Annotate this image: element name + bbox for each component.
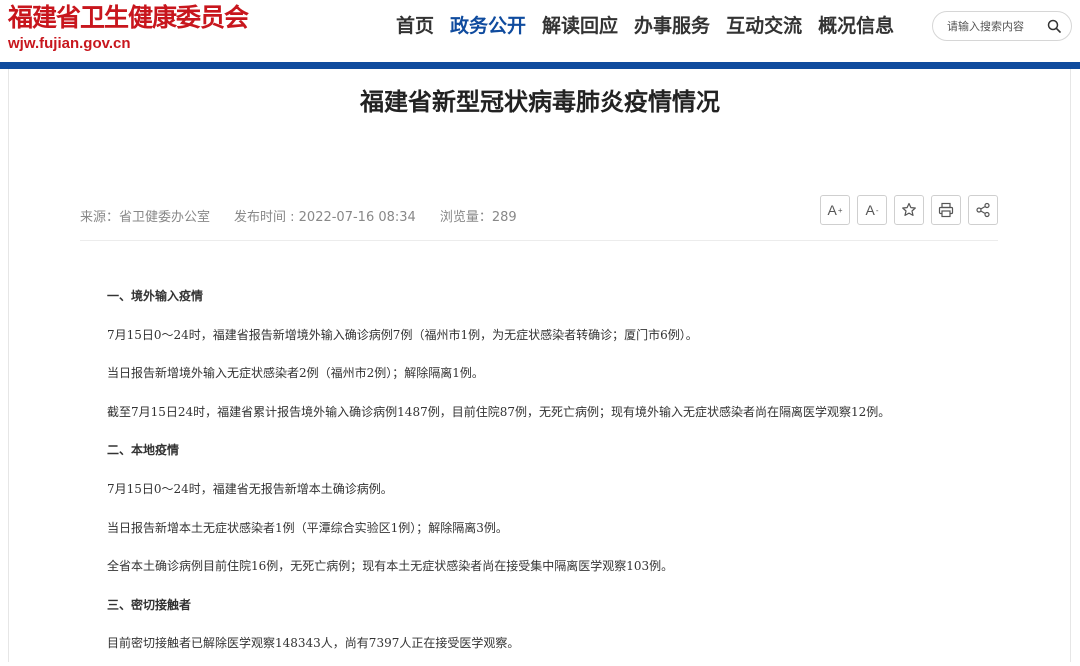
paragraph: 全省本土确诊病例目前住院16例，无死亡病例；现有本土无症状感染者尚在接受集中隔离… — [107, 559, 674, 574]
site-logo[interactable]: 福建省卫生健康委员会 wjw.fujian.gov.cn — [8, 3, 249, 52]
nav-item-home[interactable]: 首页 — [388, 12, 442, 40]
article-title: 福建省新型冠状病毒肺炎疫情情况 — [360, 88, 720, 116]
favorite-button[interactable] — [894, 195, 924, 225]
font-increase-label: A — [827, 202, 837, 218]
article-meta: 来源：省卫健委办公室 发布时间 : 2022-07-16 08:34 浏览量：2… — [80, 208, 541, 228]
font-increase-button[interactable]: A + — [820, 195, 850, 225]
section-heading: 一、境外输入疫情 — [107, 289, 204, 303]
article-source: 来源：省卫健委办公室 — [80, 210, 211, 225]
section-heading: 三、密切接触者 — [107, 597, 192, 612]
meta-divider — [80, 240, 998, 241]
paragraph: 7月15日0～24时，福建省无报告新增本土确诊病例。 — [107, 481, 393, 496]
paragraph: 7月15日0～24时，福建省报告新增境外输入确诊病例7例（福州市1例，为无症状感… — [107, 327, 698, 342]
print-icon — [938, 202, 954, 218]
search-input[interactable] — [947, 17, 1043, 35]
site-url: wjw.fujian.gov.cn — [8, 35, 131, 52]
nav-item-government-affairs[interactable]: 政务公开 — [442, 12, 534, 40]
share-button[interactable] — [968, 195, 998, 225]
share-icon — [976, 202, 990, 218]
font-decrease-label: A — [865, 202, 875, 218]
site-header: 福建省卫生健康委员会 wjw.fujian.gov.cn 首页 政务公开 解读回… — [0, 0, 1080, 62]
search-icon[interactable] — [1047, 19, 1061, 33]
nav-item-services[interactable]: 办事服务 — [626, 12, 718, 40]
section-heading: 二、本地疫情 — [107, 443, 180, 458]
star-icon — [902, 202, 916, 216]
article-publish-time: 发布时间 : 2022-07-16 08:34 — [234, 210, 416, 225]
nav-item-interaction[interactable]: 互动交流 — [718, 12, 810, 40]
font-decrease-button[interactable]: A- — [857, 195, 887, 225]
article-body: 一、境外输入疫情 7月15日0～24时，福建省报告新增境外输入确诊病例7例（福州… — [107, 280, 987, 666]
header-accent-bar — [0, 62, 1080, 69]
print-button[interactable] — [931, 195, 961, 225]
site-title: 福建省卫生健康委员会 — [8, 3, 249, 32]
paragraph: 当日报告新增境外输入无症状感染者2例（福州市2例）；解除隔离1例。 — [107, 366, 484, 381]
font-decrease-sup: - — [875, 205, 879, 215]
article-view-count: 浏览量：289 — [439, 210, 517, 225]
main-nav: 首页 政务公开 解读回应 办事服务 互动交流 概况信息 — [388, 12, 902, 40]
paragraph: 截至7月15日24时，福建省累计报告境外输入确诊病例1487例，目前住院87例，… — [107, 404, 891, 419]
font-increase-sup: + — [837, 205, 843, 215]
nav-item-interpretation[interactable]: 解读回应 — [534, 12, 626, 40]
search-box — [932, 11, 1072, 41]
article-tools: A + A- — [820, 195, 1005, 225]
paragraph: 当日报告新增本土无症状感染者1例（平潭综合实验区1例）；解除隔离3例。 — [107, 520, 508, 535]
nav-item-overview[interactable]: 概况信息 — [810, 12, 902, 40]
paragraph: 目前密切接触者已解除医学观察148343人，尚有7397人正在接受医学观察。 — [107, 636, 520, 651]
